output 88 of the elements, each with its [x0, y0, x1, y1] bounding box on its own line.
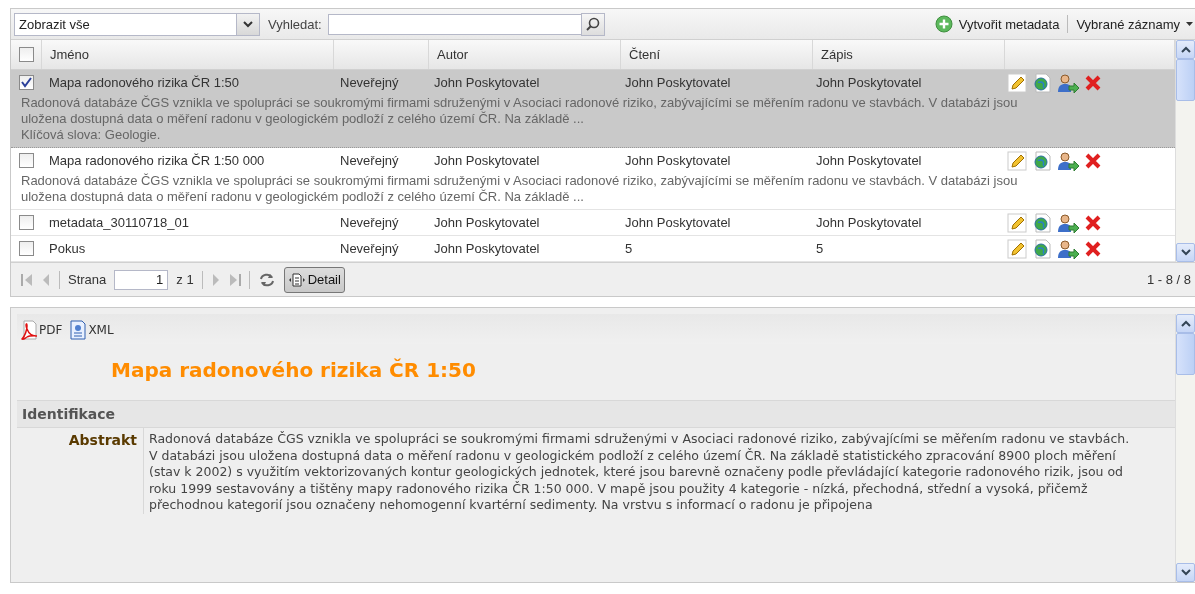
- search-label: Vyhledat:: [268, 16, 322, 32]
- filter-dropdown[interactable]: Zobrazit vše: [14, 12, 260, 36]
- name-cell: Mapa radonového rizika ČR 1:50 000: [49, 153, 265, 168]
- delete-icon[interactable]: [1084, 213, 1102, 232]
- name-cell: metadata_30110718_01: [49, 215, 189, 230]
- table-row[interactable]: Pokus Neveřejný John Poskytovatel 5 5: [11, 236, 1175, 262]
- scroll-up-button[interactable]: [1176, 314, 1195, 333]
- column-header[interactable]: Autor: [437, 47, 469, 62]
- read-cell: 5: [625, 241, 633, 256]
- plus-icon: [934, 15, 953, 33]
- xml-link[interactable]: XML: [70, 320, 114, 340]
- column-header[interactable]: Čtení: [629, 47, 661, 62]
- delete-icon[interactable]: [1084, 239, 1102, 258]
- scrollbar[interactable]: [1175, 314, 1195, 582]
- column-header[interactable]: Jméno: [50, 47, 90, 62]
- scroll-thumb[interactable]: [1176, 333, 1195, 375]
- keywords-text: Klíčová slova: Geologie.: [20, 127, 162, 144]
- section-header: Identifikace: [17, 401, 1175, 428]
- user-arrow-icon[interactable]: [1057, 238, 1079, 259]
- page-field[interactable]: 1: [114, 269, 169, 290]
- page-count: z 1: [176, 272, 194, 287]
- read-cell: John Poskytovatel: [625, 215, 731, 230]
- chevron-down-icon[interactable]: [1180, 249, 1191, 256]
- row-checkbox[interactable]: [18, 153, 34, 168]
- delete-icon[interactable]: [1084, 73, 1102, 92]
- author-cell: John Poskytovatel: [434, 241, 540, 256]
- read-cell: John Poskytovatel: [625, 153, 731, 168]
- access-cell: Neveřejný: [340, 241, 399, 256]
- globe-document-icon[interactable]: [1032, 238, 1052, 259]
- pencil-icon[interactable]: [1007, 238, 1027, 259]
- row-checkbox[interactable]: [18, 215, 34, 230]
- refresh-icon[interactable]: [257, 271, 276, 288]
- chevron-up-icon[interactable]: [1180, 46, 1191, 53]
- scroll-down-button[interactable]: [1176, 563, 1195, 582]
- scroll-down-button[interactable]: [1176, 243, 1195, 262]
- user-arrow-icon[interactable]: [1057, 212, 1079, 233]
- scroll-up-button[interactable]: [1176, 40, 1195, 59]
- author-cell: John Poskytovatel: [434, 153, 540, 168]
- write-cell: John Poskytovatel: [816, 153, 922, 168]
- description-text: Radonová databáze ČGS vznikla ve spolupráci se soukromými firmami sdruženými v Asociaci radonové riziko, zabývajícími se měřením radonu ve stavbách. V databázi jsou uložena dostupná data o měření radonu v geologickém podloží z celého území ČR. Na základě ...: [20, 173, 1019, 206]
- table-row[interactable]: [11, 70, 1175, 148]
- search-field[interactable]: [327, 13, 582, 35]
- pdf-icon: [21, 320, 37, 340]
- caret-icon: [1186, 22, 1193, 26]
- globe-document-icon[interactable]: [1032, 72, 1052, 93]
- pencil-icon[interactable]: [1007, 72, 1027, 93]
- field-label: Abstrakt: [68, 432, 137, 448]
- chevron-down-icon: [243, 20, 253, 28]
- search-button[interactable]: [580, 12, 605, 36]
- pencil-icon[interactable]: [1007, 150, 1027, 171]
- row-checkbox[interactable]: [18, 75, 34, 90]
- table-row[interactable]: metadata_30110718_01 Neveřejný John Poskytovatel John Poskytovatel John Poskytovatel: [11, 210, 1175, 236]
- name-cell: Mapa radonového rizika ČR 1:50: [49, 75, 240, 90]
- name-cell: Pokus: [49, 241, 86, 256]
- select-all-checkbox[interactable]: [18, 47, 34, 62]
- globe-document-icon[interactable]: [1032, 212, 1052, 233]
- chevron-down-icon[interactable]: [1180, 569, 1191, 576]
- access-cell: Neveřejný: [340, 215, 399, 230]
- pencil-icon[interactable]: [1007, 212, 1027, 233]
- scrollbar[interactable]: [1175, 40, 1195, 262]
- delete-icon[interactable]: [1084, 151, 1102, 170]
- user-arrow-icon[interactable]: [1057, 150, 1079, 171]
- xml-document-icon: [70, 320, 87, 340]
- user-arrow-icon[interactable]: [1057, 72, 1079, 93]
- selected-records-menu[interactable]: Vybrané záznamy: [1074, 16, 1195, 32]
- chevron-up-icon[interactable]: [1180, 320, 1191, 327]
- record-count: 1 - 8 / 8: [1146, 272, 1191, 287]
- pdf-link[interactable]: PDF: [21, 320, 63, 340]
- write-cell: 5: [816, 241, 824, 256]
- detail-button[interactable]: Detail: [283, 266, 345, 293]
- page-label: Strana: [68, 272, 107, 287]
- row-checkbox[interactable]: [18, 241, 34, 256]
- abstract-text: Radonová databáze ČGS vznikla ve spolupráci se soukromými firmami sdruženými v Asociaci radonové riziko, zabývajícími se měřením radonu ve stavbách. V databázi jsou uložena dostupná data o měření radonu v geologickém podloží z celého území ČR. Na základě statistického zpracování 8900 ploch měření (stav k 2002) s využitím vektorizovaných kontur geologických jednotek, které jsou barevně označeny podle převládající kategorie radonového rizik, jsou od roku 1999 sestavovány a tištěny mapy radonového rizika ČR 1:50 000. V mapě jsou použity 4 kategorie - nízká, přechodná, střední a vysoká, přičemž přechodnou kategorií jsou označeny nehomogenní kvartérní sedimenty. Na vrstvu s informací o radonu je připojena: [148, 430, 1131, 514]
- access-cell: Neveřejný: [340, 153, 399, 168]
- author-cell: John Poskytovatel: [434, 75, 540, 90]
- create-metadata-button[interactable]: Vytvořit metadata: [932, 15, 1062, 33]
- read-cell: John Poskytovatel: [625, 75, 731, 90]
- scroll-thumb[interactable]: [1176, 59, 1195, 101]
- access-cell: Neveřejný: [340, 75, 399, 90]
- detail-title: Mapa radonového rizika ČR 1:50: [110, 357, 477, 384]
- globe-document-icon[interactable]: [1032, 150, 1052, 171]
- write-cell: John Poskytovatel: [816, 75, 922, 90]
- author-cell: John Poskytovatel: [434, 215, 540, 230]
- search-icon: [585, 17, 600, 31]
- column-header[interactable]: Zápis: [821, 47, 853, 62]
- document-icon: [287, 272, 306, 287]
- description-text: Radonová databáze ČGS vznikla ve spolupráci se soukromými firmami sdruženými v Asociaci radonové riziko, zabývajícími se měřením radonu ve stavbách. V databázi jsou uložena dostupná data o měření radonu v geologickém podloží z celého území ČR. Na základě ...: [20, 95, 1019, 127]
- write-cell: John Poskytovatel: [816, 215, 922, 230]
